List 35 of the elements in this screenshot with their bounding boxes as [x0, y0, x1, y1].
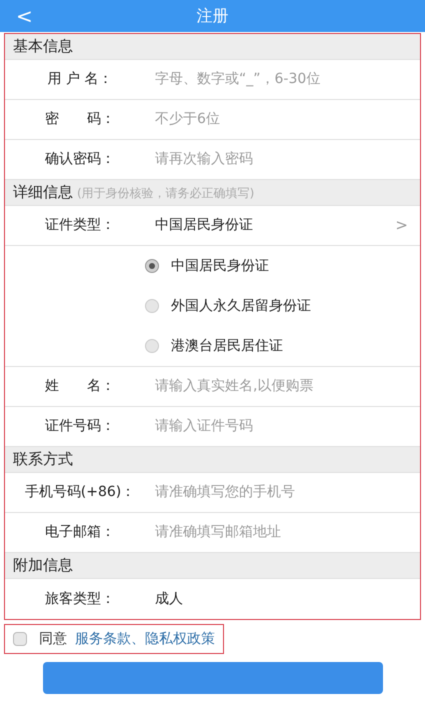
- radio-button[interactable]: [145, 299, 159, 313]
- radio-button[interactable]: [145, 259, 159, 273]
- field-label: 旅客类型：: [44, 590, 116, 608]
- section-title: 详细信息: [13, 182, 73, 204]
- field-label: 手机号码(+86)：: [24, 483, 136, 502]
- field-label: 证件类型：: [44, 216, 116, 235]
- radio-label[interactable]: 外国人永久居留身份证: [171, 296, 311, 316]
- field-label: 密 码：: [44, 110, 116, 129]
- terms-link[interactable]: 服务条款、隐私权政策: [75, 628, 215, 650]
- input-field[interactable]: 请输入真实姓名,以便购票: [155, 376, 412, 397]
- radio-button[interactable]: [145, 339, 159, 353]
- input-field[interactable]: 请准确填写邮箱地址: [155, 522, 412, 543]
- field-label: 姓 名：: [44, 377, 116, 396]
- radio-label[interactable]: 港澳台居民居住证: [171, 336, 283, 356]
- input-field[interactable]: 不少于6位: [155, 109, 412, 130]
- agree-text: 同意: [39, 630, 67, 648]
- input-field[interactable]: 请再次输入密码: [155, 149, 412, 170]
- checkbox[interactable]: [13, 632, 27, 646]
- section-title: 联系方式: [13, 449, 73, 470]
- section-title: 基本信息: [13, 36, 73, 58]
- submit-button[interactable]: [42, 662, 382, 694]
- section-note: (用于身份核验，请务必正确填写): [77, 184, 254, 202]
- chevron-icon: >: [395, 214, 408, 237]
- field-label: 证件号码：: [44, 417, 116, 436]
- input-field[interactable]: 请准确填写您的手机号: [155, 482, 412, 503]
- input-field[interactable]: 字母、数字或“_”，6-30位: [155, 69, 412, 90]
- field-label: 确认密码：: [44, 150, 116, 169]
- field-label: 电子邮箱：: [44, 523, 116, 542]
- select-field[interactable]: 证件类型： 中国居民身份证 >: [5, 206, 420, 246]
- radio-label[interactable]: 中国居民身份证: [171, 256, 269, 276]
- page-title: 注册: [196, 5, 228, 27]
- input-field[interactable]: 请输入证件号码: [155, 416, 412, 437]
- section-title: 附加信息: [13, 555, 73, 576]
- field-value: 成人: [155, 590, 183, 608]
- field-label: 用 户 名：: [46, 70, 114, 89]
